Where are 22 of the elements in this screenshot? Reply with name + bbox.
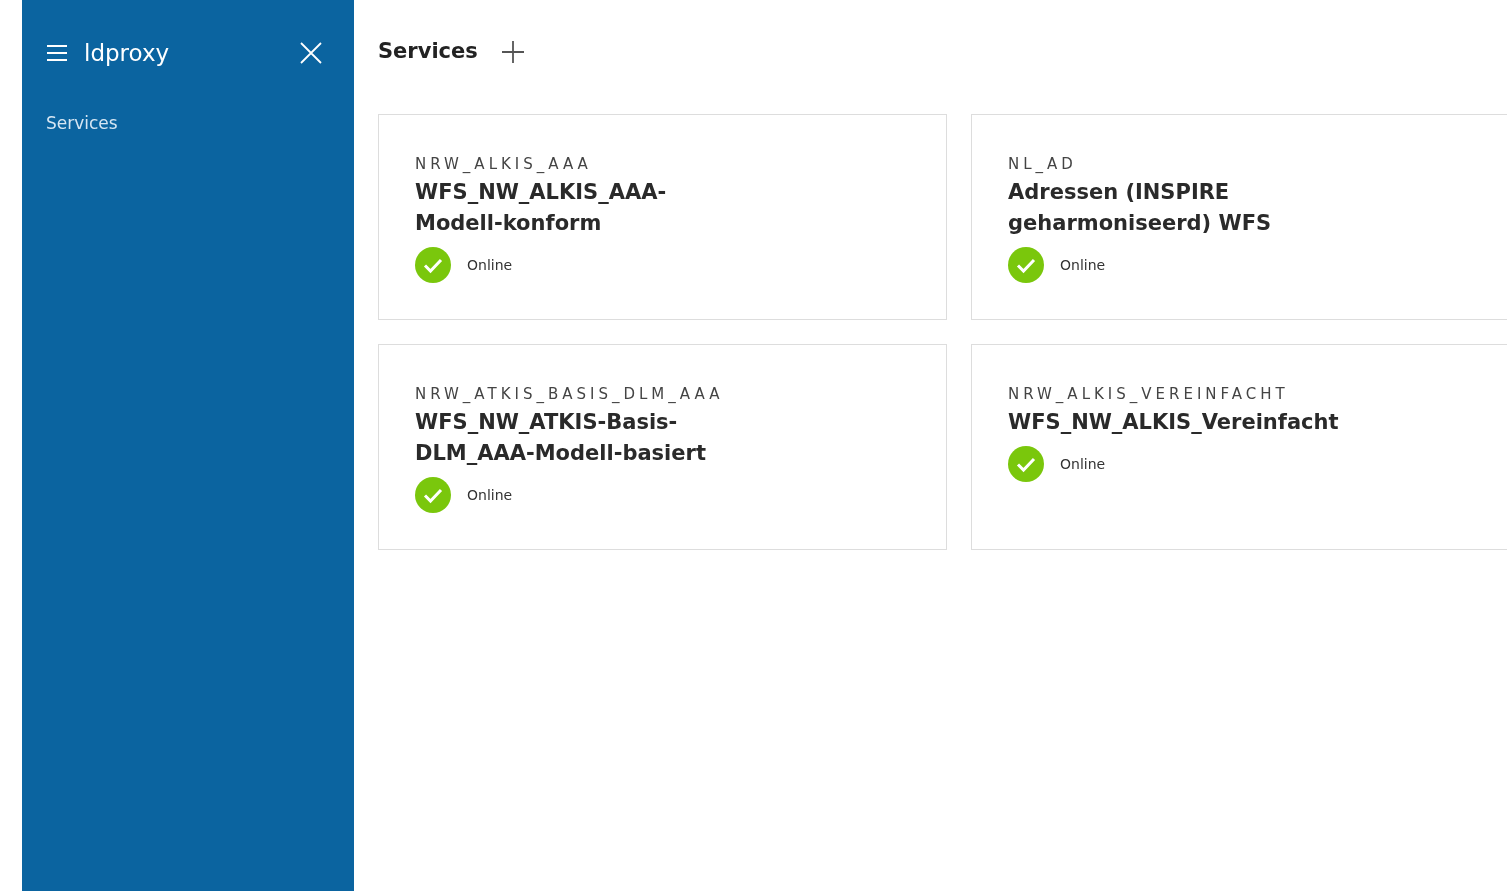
service-name: WFS_NW_ATKIS-Basis-DLM_AAA-Modell-basiert — [415, 409, 707, 467]
sidebar-item[interactable]: Services — [46, 110, 118, 136]
menu-icon[interactable] — [46, 44, 68, 63]
status-label: Online — [467, 255, 513, 275]
status-label: Online — [467, 485, 513, 505]
service-name: WFS_NW_ALKIS_Vereinfacht — [1008, 409, 1340, 436]
service-card[interactable]: NL_AD Adressen (INSPIRE geharmoniseerd) WFS Online — [971, 113, 1507, 320]
page-title: Services — [378, 38, 478, 65]
service-name: WFS_NW_ALKIS_AAA-Modell-konform — [415, 179, 668, 237]
service-id: NRW_ALKIS_VEREINFACHT — [1008, 383, 1290, 405]
status-label: Online — [1060, 255, 1106, 275]
service-id: NRW_ATKIS_BASIS_DLM_AAA — [415, 383, 725, 405]
app-title: ldproxy — [84, 39, 170, 68]
service-name: Adressen (INSPIRE geharmoniseerd) WFS — [1008, 179, 1273, 237]
service-id: NRW_ALKIS_AAA — [415, 153, 593, 175]
service-id: NL_AD — [1008, 153, 1078, 175]
status-label: Online — [1060, 454, 1106, 474]
close-icon[interactable] — [300, 42, 322, 65]
service-card[interactable]: NRW_ALKIS_VEREINFACHT WFS_NW_ALKIS_Vereinfacht Online — [971, 343, 1507, 550]
service-card[interactable]: NRW_ATKIS_BASIS_DLM_AAA WFS_NW_ATKIS-Basis-DLM_AAA-Modell-basiert Online — [378, 343, 947, 550]
service-card[interactable]: NRW_ALKIS_AAA WFS_NW_ALKIS_AAA-Modell-konform Online — [378, 113, 947, 320]
add-icon[interactable] — [501, 40, 524, 63]
